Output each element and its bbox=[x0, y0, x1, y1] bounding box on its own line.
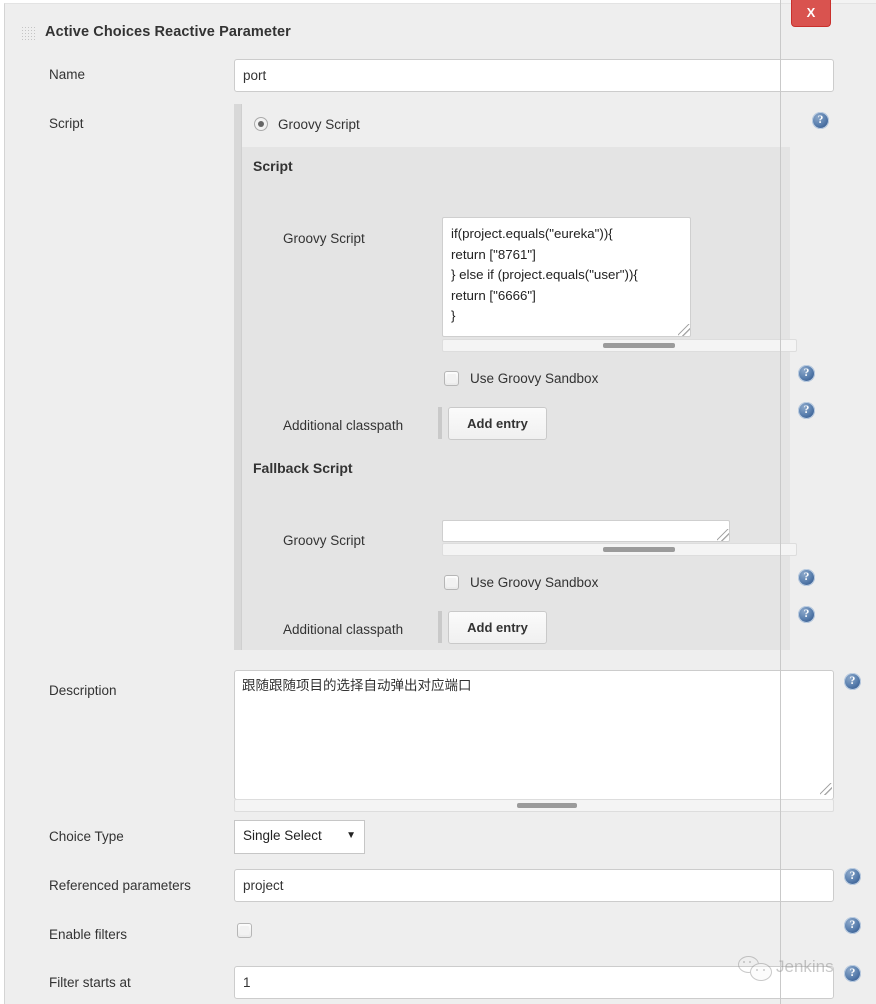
choice-type-selected-value: Single Select bbox=[243, 828, 322, 843]
description-textarea[interactable]: 跟随跟随项目的选择自动弹出对应端口 bbox=[234, 670, 834, 800]
scrollbar-thumb[interactable] bbox=[517, 803, 577, 808]
fallback-additional-classpath-label: Additional classpath bbox=[283, 622, 403, 637]
choice-type-select[interactable]: Single Select ▼ bbox=[234, 820, 365, 854]
fallback-groovy-script-label: Groovy Script bbox=[283, 533, 365, 548]
fallback-groovy-hscrollbar[interactable] bbox=[442, 543, 797, 556]
scrollbar-thumb[interactable] bbox=[603, 343, 675, 348]
script-panel: Groovy Script Script Groovy Script if(pr… bbox=[234, 104, 790, 650]
referenced-parameters-input[interactable] bbox=[234, 869, 834, 902]
help-icon-script[interactable] bbox=[812, 112, 829, 129]
enable-filters-label: Enable filters bbox=[49, 927, 127, 942]
help-icon-description[interactable] bbox=[844, 673, 861, 690]
block-header: Active Choices Reactive Parameter bbox=[5, 4, 785, 56]
referenced-parameters-label: Referenced parameters bbox=[49, 878, 191, 893]
close-button[interactable]: X bbox=[791, 0, 831, 27]
script-type-radio-row: Groovy Script bbox=[242, 104, 790, 148]
main-groovy-hscrollbar[interactable] bbox=[442, 339, 797, 352]
fallback-use-groovy-sandbox-checkbox[interactable] bbox=[444, 575, 459, 590]
fallback-section-heading: Fallback Script bbox=[253, 460, 353, 476]
help-icon-main-sandbox[interactable] bbox=[798, 365, 815, 382]
help-icon-filter-starts-at[interactable] bbox=[844, 965, 861, 982]
help-icon-main-classpath[interactable] bbox=[798, 402, 815, 419]
help-icon-referenced-parameters[interactable] bbox=[844, 868, 861, 885]
description-label: Description bbox=[49, 683, 117, 698]
fallback-use-groovy-sandbox-label: Use Groovy Sandbox bbox=[470, 575, 598, 590]
help-icon-enable-filters[interactable] bbox=[844, 917, 861, 934]
name-label: Name bbox=[49, 67, 85, 82]
block-title: Active Choices Reactive Parameter bbox=[45, 24, 291, 40]
main-groovy-script-label: Groovy Script bbox=[283, 231, 365, 246]
jenkins-parameter-config-page: Active Choices Reactive Parameter Name S… bbox=[0, 0, 876, 1004]
fallback-groovy-script-textarea[interactable] bbox=[442, 520, 730, 542]
groovy-script-radio[interactable] bbox=[254, 117, 268, 131]
script-label: Script bbox=[49, 116, 84, 131]
enable-filters-checkbox[interactable] bbox=[237, 923, 252, 938]
script-section-heading: Script bbox=[253, 158, 293, 174]
script-panel-body: Script Groovy Script if(project.equals("… bbox=[242, 147, 790, 650]
main-additional-classpath-label: Additional classpath bbox=[283, 418, 403, 433]
filter-starts-at-label: Filter starts at bbox=[49, 975, 131, 990]
groovy-script-radio-label: Groovy Script bbox=[278, 117, 360, 132]
help-column-separator bbox=[780, 0, 781, 1004]
description-hscrollbar[interactable] bbox=[234, 799, 834, 812]
classpath-divider bbox=[438, 407, 442, 439]
main-groovy-script-textarea[interactable]: if(project.equals("eureka")){ return ["8… bbox=[442, 217, 691, 337]
help-icon-fallback-sandbox[interactable] bbox=[798, 569, 815, 586]
chevron-down-icon: ▼ bbox=[346, 830, 356, 841]
drag-handle-icon[interactable] bbox=[21, 26, 35, 42]
fallback-add-entry-button[interactable]: Add entry bbox=[448, 611, 547, 644]
active-choices-reactive-parameter-block: Active Choices Reactive Parameter Name S… bbox=[4, 3, 876, 1004]
help-icon-fallback-classpath[interactable] bbox=[798, 606, 815, 623]
main-use-groovy-sandbox-checkbox[interactable] bbox=[444, 371, 459, 386]
main-add-entry-button[interactable]: Add entry bbox=[448, 407, 547, 440]
main-use-groovy-sandbox-label: Use Groovy Sandbox bbox=[470, 371, 598, 386]
scrollbar-thumb[interactable] bbox=[603, 547, 675, 552]
script-panel-left-bar bbox=[234, 104, 242, 650]
name-input[interactable] bbox=[234, 59, 834, 92]
filter-starts-at-input[interactable] bbox=[234, 966, 834, 999]
choice-type-label: Choice Type bbox=[49, 829, 124, 844]
classpath-divider bbox=[438, 611, 442, 643]
